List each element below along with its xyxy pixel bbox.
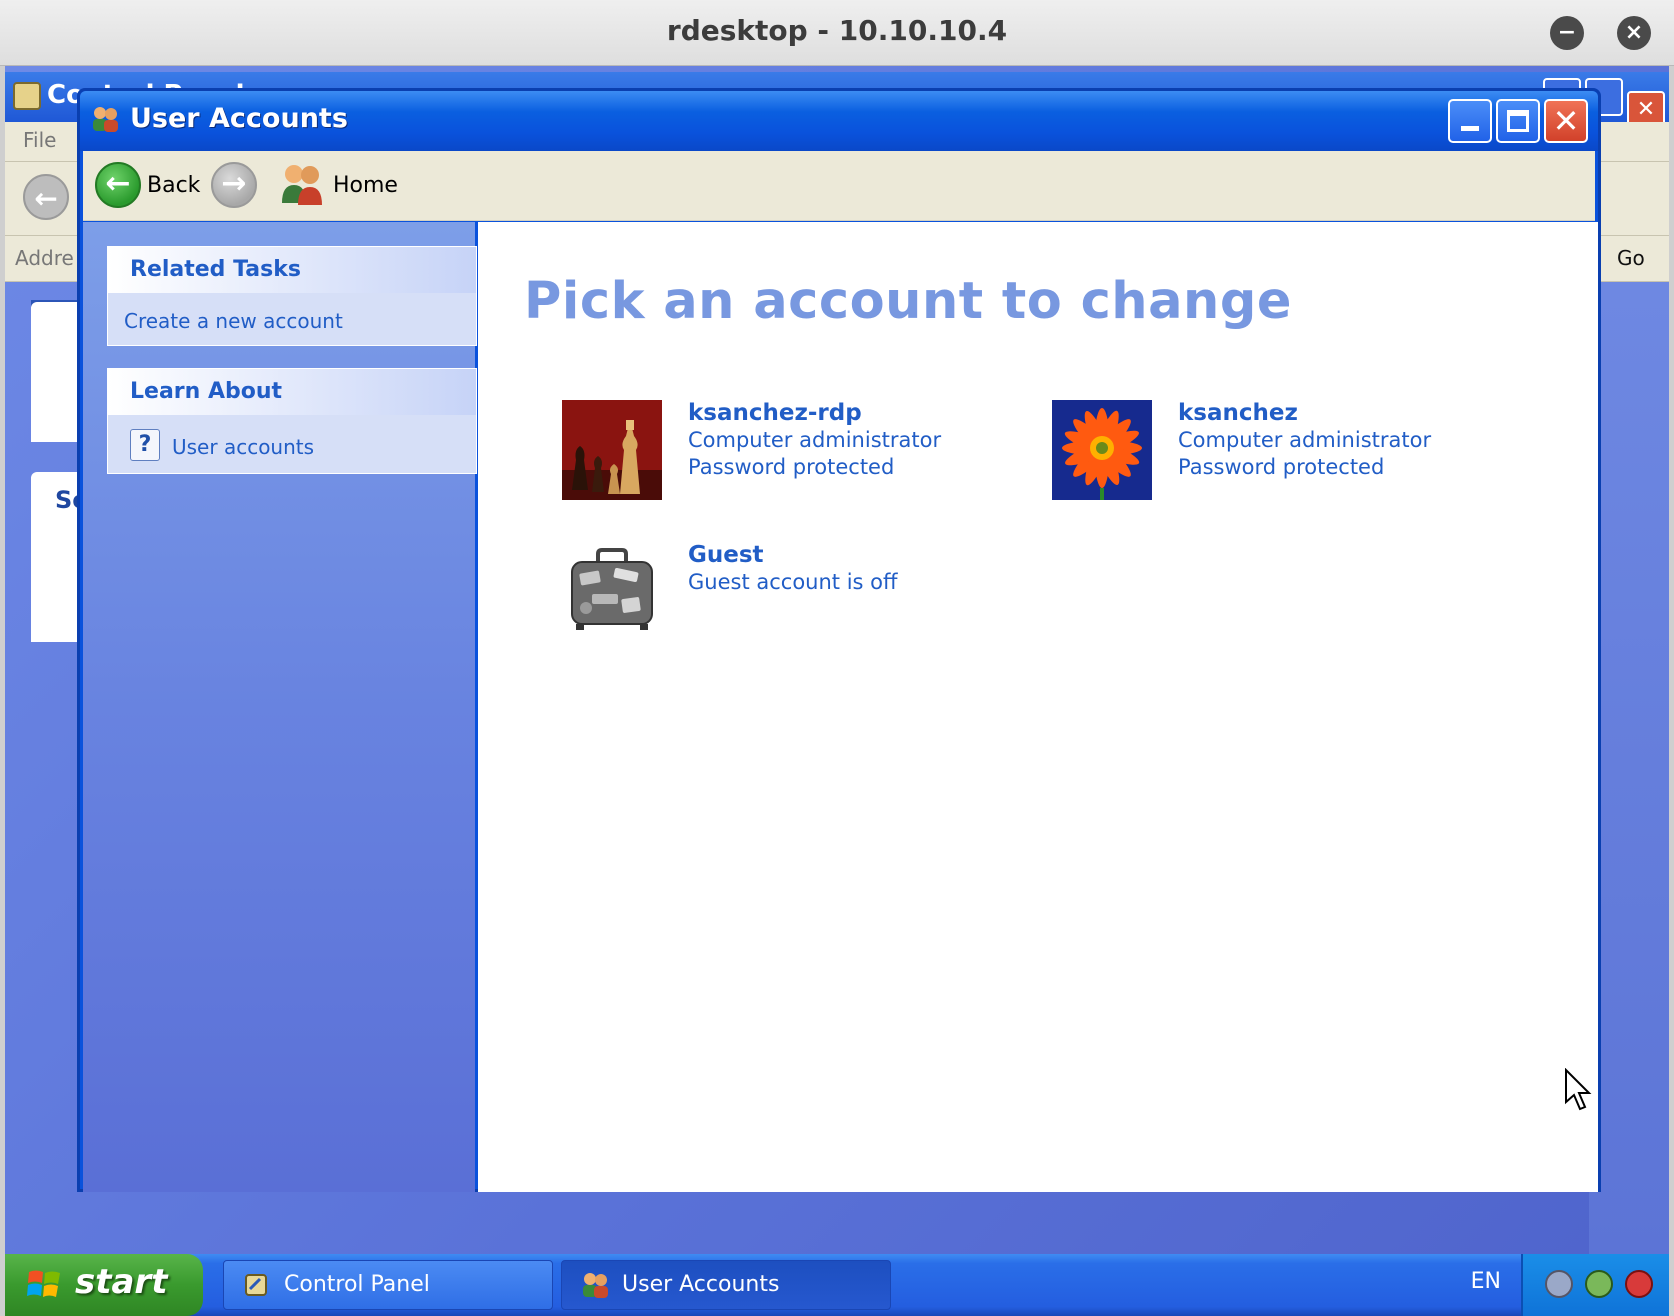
account-name: ksanchez <box>1178 400 1298 426</box>
learn-about-panel: Learn About ? User accounts <box>107 368 477 474</box>
account-type: Computer administrator <box>1178 428 1432 452</box>
back-button[interactable]: ← Back <box>89 159 201 211</box>
taskbar-item-label: Control Panel <box>284 1272 430 1297</box>
user-accounts-window[interactable]: User Accounts ✕ ← Back → Home Related Ta… <box>77 88 1601 1192</box>
language-indicator[interactable]: EN <box>1471 1269 1501 1294</box>
start-button[interactable]: start <box>5 1254 203 1316</box>
security-shield-icon[interactable] <box>1625 1270 1653 1298</box>
close-button[interactable]: ✕ <box>1544 99 1588 143</box>
close-icon: ✕ <box>1552 102 1580 140</box>
navigation-toolbar: ← Back → Home <box>83 151 1595 221</box>
help-icon: ? <box>130 429 160 461</box>
page-title: Pick an account to change <box>524 272 1292 331</box>
back-label: Back <box>147 173 201 198</box>
start-label: start <box>75 1262 168 1302</box>
mouse-cursor-icon <box>1565 1068 1592 1111</box>
maximize-icon <box>1507 110 1529 132</box>
related-tasks-panel: Related Tasks Create a new account <box>107 246 477 346</box>
go-button[interactable]: Go <box>1593 242 1659 276</box>
window-title: User Accounts <box>130 103 348 134</box>
control-panel-content-strip <box>1589 282 1669 1254</box>
minimize-icon <box>1461 126 1479 131</box>
home-users-icon <box>282 165 322 205</box>
account-name: Guest <box>688 542 764 568</box>
account-tile-ksanchez[interactable]: ksanchez Computer administrator Password… <box>1052 400 1512 510</box>
home-button[interactable]: Home <box>279 159 399 211</box>
taskbar-item-label: User Accounts <box>622 1272 780 1297</box>
user-accounts-icon <box>93 107 118 132</box>
control-panel-icon <box>13 82 41 110</box>
account-status: Guest account is off <box>688 570 898 594</box>
forward-arrow-icon[interactable]: → <box>211 162 257 208</box>
rdesktop-titlebar: rdesktop - 10.10.10.4 − × <box>0 0 1674 66</box>
rdesktop-title: rdesktop - 10.10.10.4 <box>666 14 1008 47</box>
remote-desktop: Control Panel ✕ File ← Addre Go Se <box>5 66 1669 1254</box>
user-accounts-help-link[interactable]: User accounts <box>172 435 314 459</box>
account-name: ksanchez-rdp <box>688 400 862 426</box>
system-tray <box>1521 1254 1669 1316</box>
main-content: Pick an account to change ksanchez-rdp C… <box>478 222 1598 1192</box>
taskbar: start Control Panel User Accounts EN <box>5 1254 1669 1316</box>
update-icon[interactable] <box>1585 1270 1613 1298</box>
related-tasks-header: Related Tasks <box>108 247 476 293</box>
task-sidebar: Related Tasks Create a new account Learn… <box>83 222 477 1192</box>
learn-about-header: Learn About <box>108 369 476 415</box>
taskbar-item-user-accounts[interactable]: User Accounts <box>561 1260 891 1310</box>
back-arrow-icon: ← <box>95 162 141 208</box>
maximize-button[interactable] <box>1496 99 1540 143</box>
control-panel-icon <box>245 1274 267 1296</box>
create-new-account-link[interactable]: Create a new account <box>124 309 343 333</box>
window-controls: ✕ <box>1444 99 1588 143</box>
windows-logo-icon <box>27 1270 60 1297</box>
rdesktop-close-button[interactable]: × <box>1617 16 1651 50</box>
account-tile-ksanchez-rdp[interactable]: ksanchez-rdp Computer administrator Pass… <box>562 400 1022 510</box>
account-password-status: Password protected <box>1178 455 1385 479</box>
chess-picture <box>562 400 662 500</box>
rdesktop-minimize-button[interactable]: − <box>1550 16 1584 50</box>
user-accounts-titlebar[interactable]: User Accounts ✕ <box>80 91 1598 151</box>
taskbar-item-control-panel[interactable]: Control Panel <box>223 1260 553 1310</box>
back-arrow-icon[interactable]: ← <box>23 174 69 220</box>
account-password-status: Password protected <box>688 455 895 479</box>
account-type: Computer administrator <box>688 428 942 452</box>
menu-file[interactable]: File <box>23 128 56 152</box>
user-accounts-icon <box>583 1273 608 1298</box>
home-label: Home <box>333 173 398 198</box>
minimize-button[interactable] <box>1448 99 1492 143</box>
network-icon[interactable] <box>1545 1270 1573 1298</box>
flower-picture <box>1052 400 1152 500</box>
address-label: Addre <box>15 246 74 270</box>
account-tile-guest[interactable]: Guest Guest account is off <box>562 542 1022 652</box>
suitcase-picture <box>562 542 662 642</box>
